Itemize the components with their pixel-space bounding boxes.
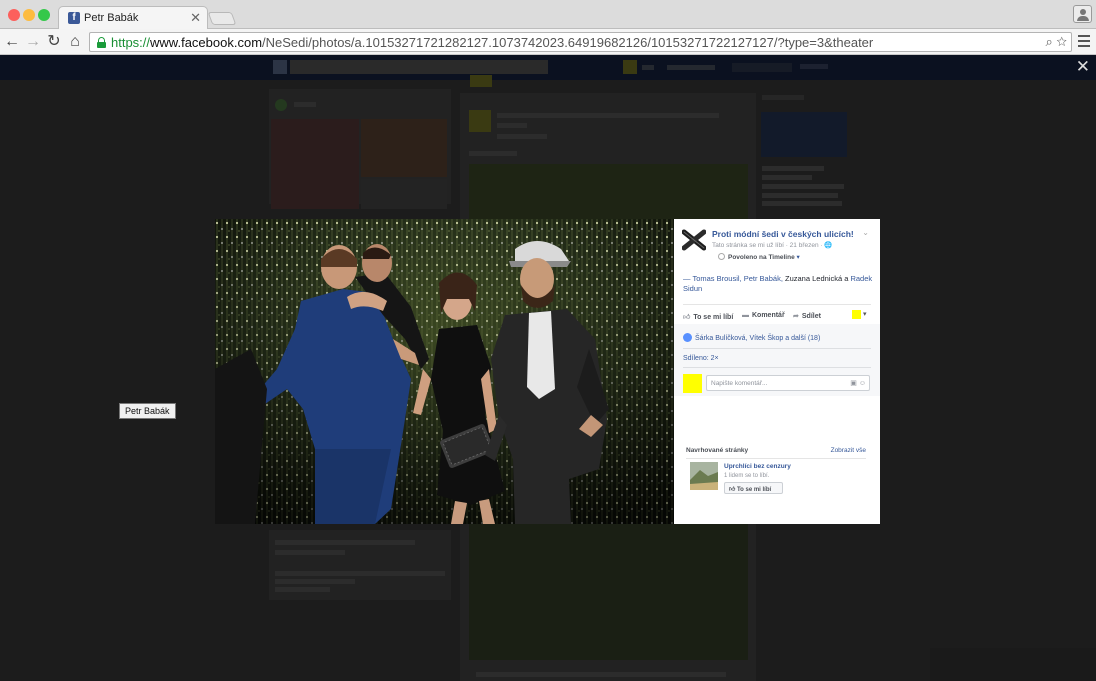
window-zoom-button[interactable] [38,9,50,21]
url-text: https://www.facebook.com/NeSedi/photos/a… [111,35,874,50]
page-name-link[interactable]: Proti módní šedi v českých ulicích! [712,229,854,239]
comment-icon: ▬ [742,312,749,319]
likes-summary[interactable]: Šárka Bulíčková, Vítek Škop a další (18) [683,333,820,342]
comment-input[interactable]: Napište komentář... ▣ ☺ [706,375,870,391]
like-bubble-icon [683,333,692,342]
back-icon[interactable]: ← [2,32,22,52]
lock-icon [97,37,106,48]
theater-photo[interactable] [215,219,674,524]
facebook-top-bar: ✕ [0,55,1096,80]
facebook-search-dimmed [290,60,548,74]
window-close-button[interactable] [8,9,20,21]
tab-title: Petr Babák [84,12,139,24]
commenter-avatar [683,374,702,393]
timeline-status[interactable]: Povoleno na Timeline ▾ [718,253,800,261]
suggested-like-button[interactable]: 👍︎ To se mi líbí [724,482,783,494]
profile-icon[interactable] [1073,5,1092,23]
address-bar[interactable]: https://www.facebook.com/NeSedi/photos/a… [89,32,1072,52]
window-minimize-button[interactable] [23,9,35,21]
forward-icon[interactable]: → [23,32,43,52]
facebook-logo-icon [273,60,287,74]
camera-icon[interactable]: ▣ [850,380,857,387]
thumbs-up-icon: 👍︎ [683,314,691,321]
suggested-page-thumbnail[interactable] [690,462,718,490]
chrome-menu-icon[interactable] [1078,35,1090,47]
suggested-pages-title: Navrhované stránky [686,447,749,454]
tagged-people-links[interactable]: Tomas Brousil, Petr Babák, [692,274,782,283]
post-meta: Tato stránka se mi už líbí · 21 březen ·… [712,242,833,249]
reaction-chevron-icon[interactable]: ▾ [863,310,867,318]
browser-tab[interactable]: f Petr Babák ✕ [58,6,208,29]
thumbs-up-icon: 👍︎ [729,487,736,493]
page-logo-icon[interactable] [682,229,706,251]
zoom-search-icon[interactable]: ⌕ [1045,34,1052,49]
comment-button[interactable]: ▬ Komentář [742,312,785,319]
new-tab-button[interactable] [207,12,237,25]
photo-side-panel: Proti módní šedi v českých ulicích! Tato… [674,219,880,524]
reload-icon[interactable]: ↻ [44,32,64,52]
post-options-chevron-icon[interactable]: ⌄ [862,228,869,237]
emoji-icon[interactable]: ☺ [859,380,866,387]
see-all-link[interactable]: Zobrazit vše [831,447,866,454]
tagged-people: — Tomas Brousil, Petr Babák, Zuzana Ledn… [683,274,873,293]
close-theater-icon[interactable]: ✕ [1076,57,1090,77]
shares-count[interactable]: Sdíleno: 2× [683,355,719,362]
suggested-page-name[interactable]: Uprchlíci bez cenzury [724,463,791,470]
reaction-avatar[interactable] [852,310,861,319]
browser-toolbar: ← → ↻ ⌂ https://www.facebook.com/NeSedi/… [0,29,1096,55]
home-icon[interactable]: ⌂ [65,32,85,52]
browser-tab-bar: f Petr Babák ✕ [0,0,1096,29]
tab-close-icon[interactable]: ✕ [190,10,201,26]
profile-avatar-dimmed [623,60,637,74]
suggested-page-likes: 1 lidem se to líbí. [724,473,770,479]
facebook-favicon-icon: f [68,12,80,24]
like-button[interactable]: 👍︎ To se mi líbí [683,312,733,321]
share-icon: ➦ [793,313,799,320]
tag-tooltip: Petr Babák [119,403,176,419]
share-button[interactable]: ➦ Sdílet [793,312,821,320]
bookmark-star-icon[interactable]: ☆ [1056,34,1067,49]
timeline-status-icon [718,253,725,260]
